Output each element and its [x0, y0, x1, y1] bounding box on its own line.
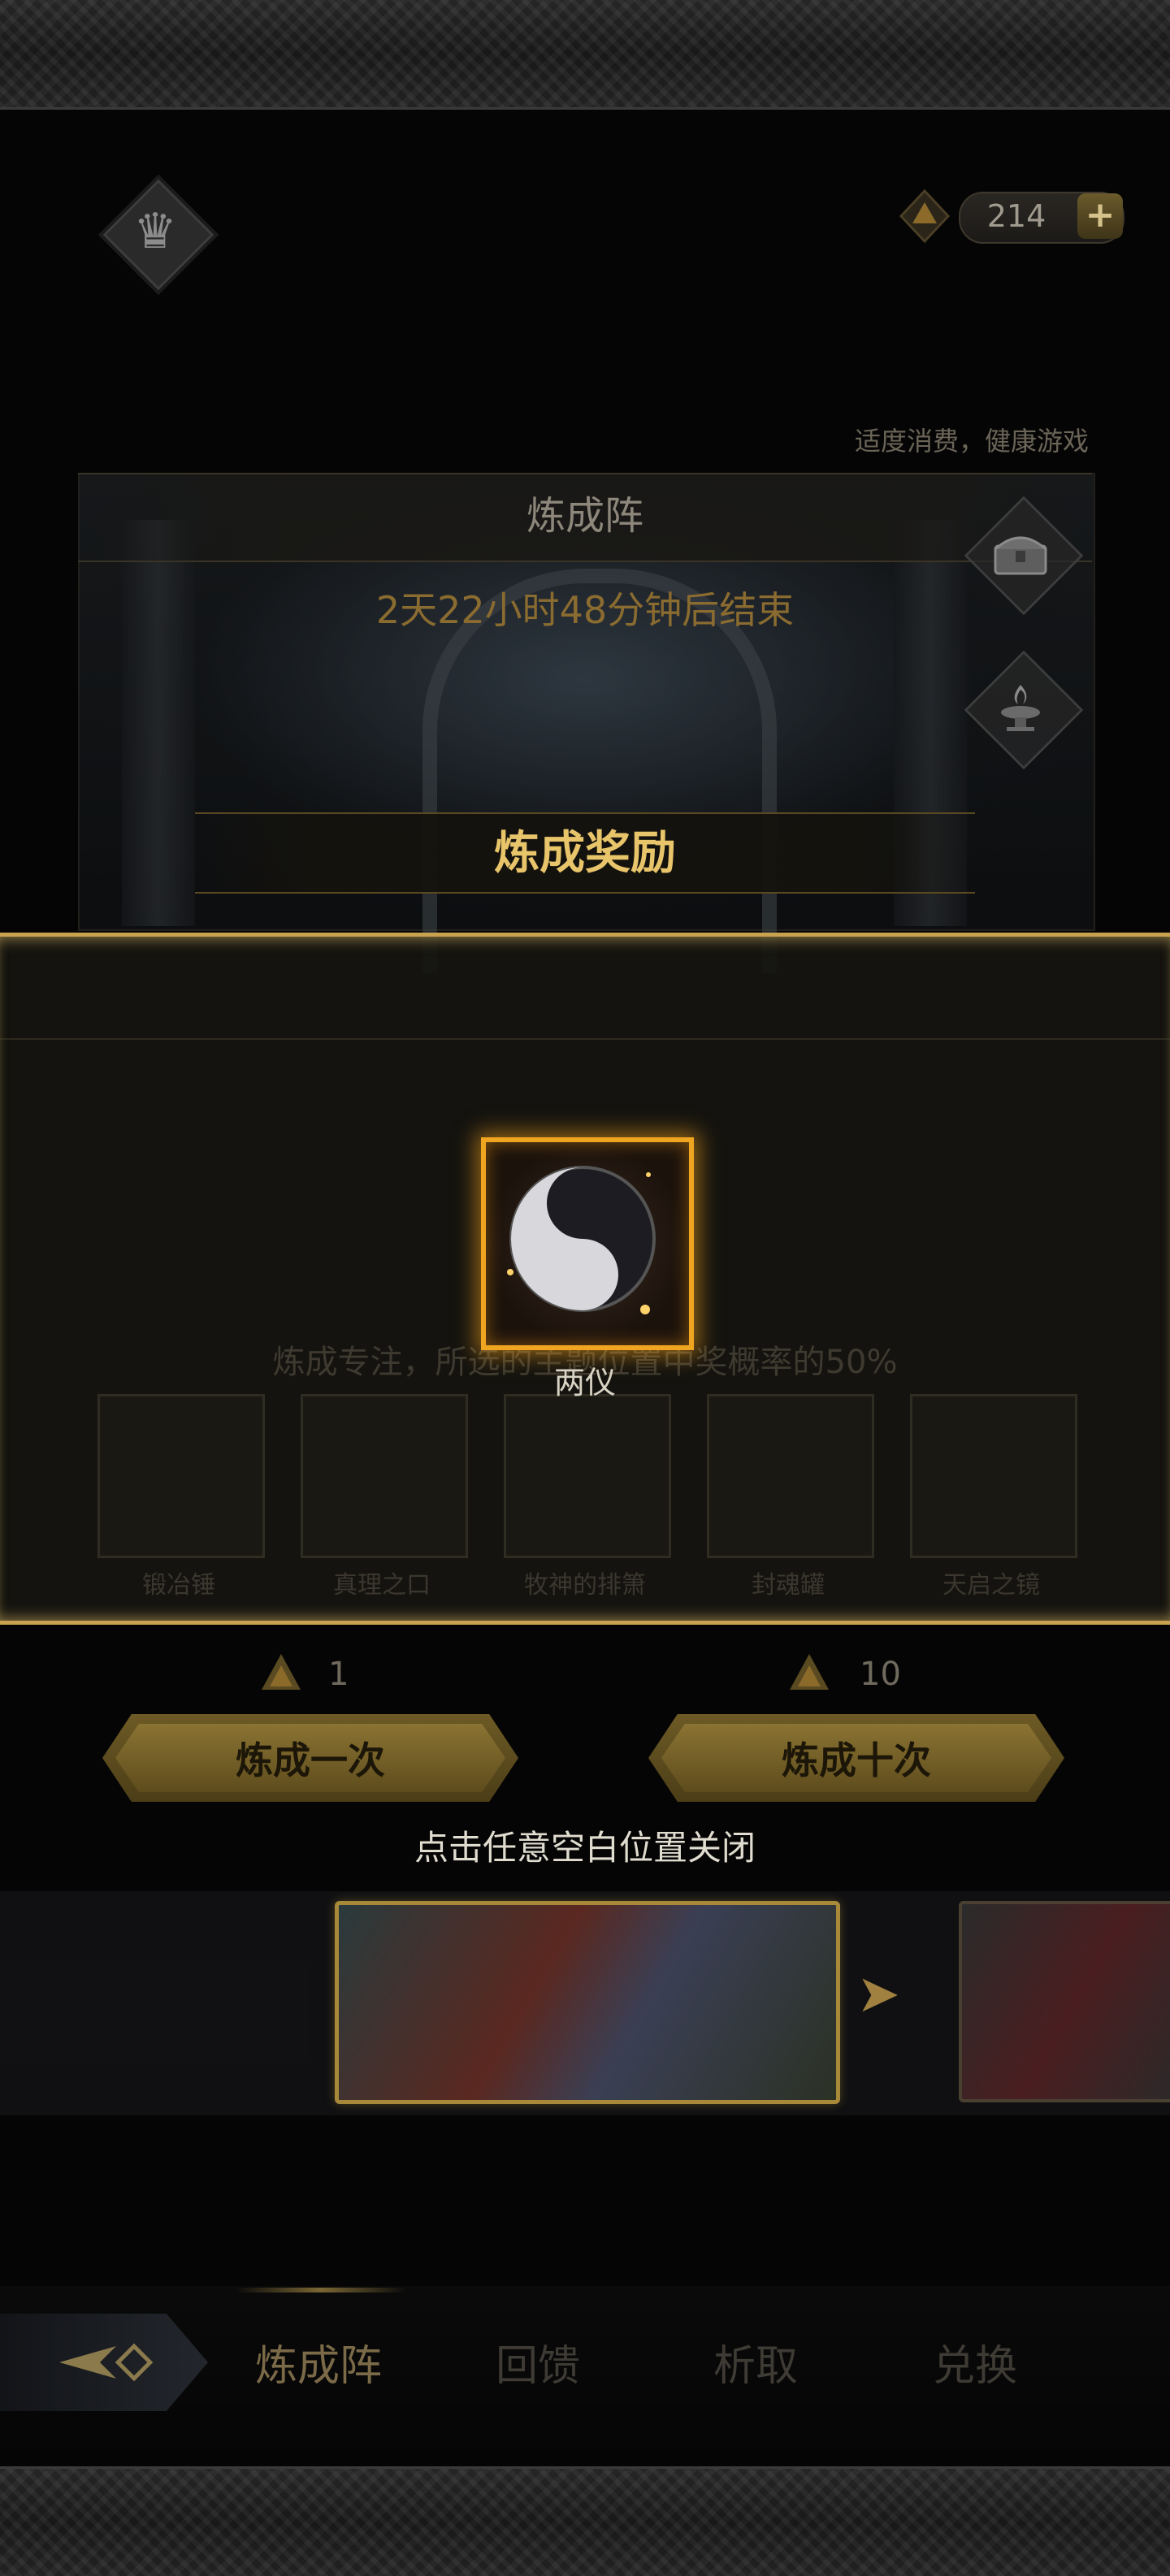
- active-tab-glow: [236, 2288, 406, 2292]
- ghost-slot-label: 真理之口: [333, 1571, 431, 1600]
- carousel-next-arrow[interactable]: ➤: [850, 1966, 907, 2023]
- ghost-slot-label: 牧神的排箫: [524, 1571, 646, 1600]
- ghost-slot: [301, 1394, 468, 1558]
- tab-alchemy[interactable]: 炼成阵: [229, 2331, 408, 2401]
- cost-once: 1: [328, 1656, 349, 1693]
- crown-icon: ♛: [133, 203, 177, 260]
- tab-extract[interactable]: 析取: [666, 2331, 845, 2401]
- ghost-slot: [504, 1394, 671, 1558]
- back-arrow-icon: [59, 2343, 154, 2382]
- craft-ten-label: 炼成十次: [661, 1724, 1051, 1792]
- event-countdown: 2天22小时48分钟后结束: [375, 588, 795, 632]
- ghost-slot-label: 封魂罐: [752, 1571, 825, 1600]
- ghost-slot-label: 锻冶锤: [142, 1571, 215, 1600]
- ghost-slot: [98, 1394, 265, 1558]
- top-ornate-border: [0, 0, 1170, 110]
- add-currency-button[interactable]: +: [1077, 193, 1123, 239]
- tab-exchange[interactable]: 兑换: [886, 2331, 1064, 2401]
- reward-item-name: 两仪: [553, 1365, 616, 1401]
- panel-title: 炼成阵: [526, 493, 644, 539]
- carousel-card-current[interactable]: [335, 1901, 840, 2104]
- reward-title: 炼成奖励: [494, 827, 676, 880]
- alchemy-crystal-icon: [785, 1649, 834, 1698]
- carousel-card-next[interactable]: [959, 1901, 1170, 2102]
- cost-ten: 10: [860, 1656, 901, 1693]
- ghost-slot-label: 天启之镜: [942, 1571, 1040, 1600]
- ghost-slot: [707, 1394, 874, 1558]
- yin-yang-icon: [507, 1166, 656, 1314]
- ghost-slot: [910, 1394, 1077, 1558]
- bottom-ornate-border: [0, 2466, 1170, 2576]
- craft-once-label: 炼成一次: [115, 1724, 505, 1792]
- craft-ten-button[interactable]: 炼成十次: [648, 1714, 1064, 1802]
- reward-item-frame[interactable]: [481, 1137, 694, 1350]
- close-hint: 点击任意空白位置关闭: [414, 1828, 756, 1868]
- scene-pillar-left: [122, 520, 195, 926]
- back-button[interactable]: [0, 2314, 208, 2411]
- currency-value: 214: [986, 198, 1046, 234]
- modal-divider: [0, 1038, 1170, 1040]
- treasure-chest-icon: [964, 496, 1077, 609]
- tab-feedback[interactable]: 回馈: [448, 2331, 627, 2401]
- health-notice: 适度消费，健康游戏: [854, 426, 1089, 457]
- alchemy-crystal-icon: [257, 1649, 306, 1698]
- alchemy-crystal-icon: [892, 184, 957, 249]
- craft-once-button[interactable]: 炼成一次: [102, 1714, 518, 1802]
- brazier-icon: [964, 650, 1077, 764]
